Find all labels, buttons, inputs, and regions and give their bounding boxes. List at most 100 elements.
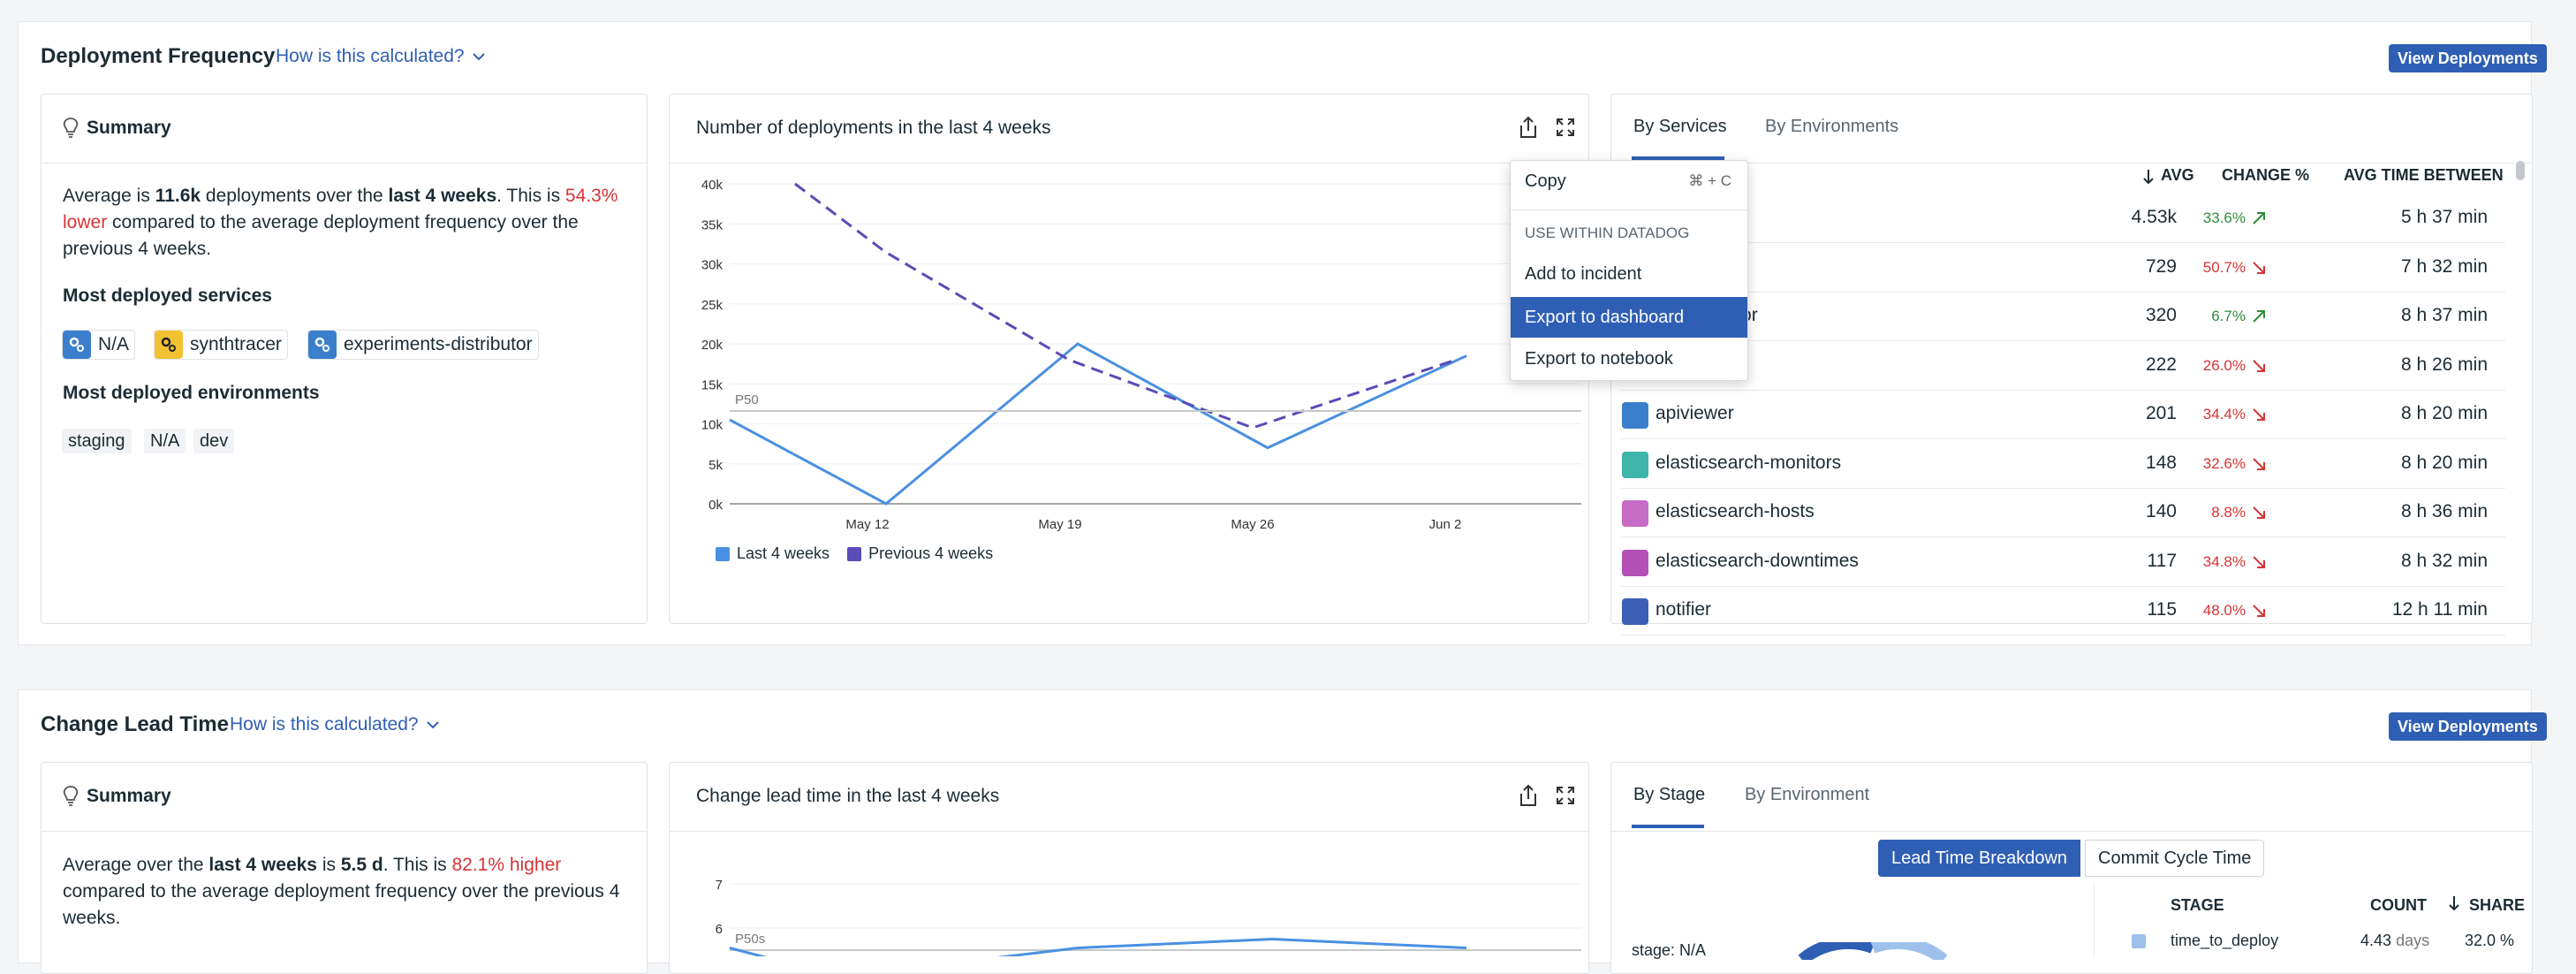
service-name[interactable]: notifier — [1655, 599, 1711, 620]
share-icon[interactable] — [1517, 115, 1540, 140]
sort-arrow-down-icon[interactable] — [2447, 894, 2461, 912]
env-tag-na[interactable]: N/A — [144, 429, 186, 453]
donut-chart — [1798, 942, 1948, 960]
y-tick-label: 35k — [701, 217, 724, 232]
change-value: 6.7% — [2211, 308, 2246, 324]
tab-by-stage[interactable]: By Stage — [1633, 785, 1705, 805]
commit-cycle-time-toggle[interactable]: Commit Cycle Time — [2085, 840, 2265, 877]
service-pill-experiments-distributor[interactable]: experiments-distributor — [307, 330, 539, 360]
tab-by-services[interactable]: By Services — [1633, 117, 1727, 137]
lightbulb-icon — [63, 786, 79, 806]
summary-text-4: compared to the average deployment frequ… — [107, 212, 579, 232]
change-value: 48.0% — [2202, 602, 2246, 619]
tab-by-environments[interactable]: By Environments — [1765, 117, 1898, 137]
arrow-down-right-icon — [2253, 261, 2265, 274]
menu-divider — [1511, 209, 1747, 210]
table-row[interactable]: 729 50.7% 7 h 32 min — [1621, 244, 2505, 293]
tab-by-environment[interactable]: By Environment — [1745, 785, 1869, 805]
change-cell: 8.8% — [2211, 504, 2267, 521]
service-name[interactable]: elasticsearch-hosts — [1655, 501, 1815, 522]
lead-summary-paragraph-2: compared to the average deployment frequ… — [63, 881, 620, 902]
expand-icon[interactable] — [1555, 785, 1576, 806]
stage-count-value: 4.43 — [2360, 932, 2392, 949]
table-row[interactable]: notifier 115 48.0% 12 h 11 min — [1621, 587, 2505, 635]
table-row[interactable]: apiviewer 201 34.4% 8 h 20 min — [1621, 391, 2505, 439]
menu-item-export-to-dashboard[interactable]: Export to dashboard — [1511, 297, 1747, 338]
scrollbar-thumb[interactable] — [2516, 161, 2525, 180]
table-row[interactable]: b-py322226.0%8 h 26 min — [1621, 342, 2505, 391]
service-pill-na[interactable]: N/A — [62, 330, 136, 360]
share-icon[interactable] — [1517, 783, 1540, 808]
summary-heading: Summary — [87, 118, 171, 138]
col-stage[interactable]: STAGE — [2171, 896, 2224, 915]
table-row[interactable]: elasticsearch-hosts 140 8.8% 8 h 36 min — [1621, 489, 2505, 537]
table-row[interactable]: elasticsearch-downtimes 117 34.8% 8 h 32 mi… — [1621, 538, 2505, 587]
how-calculated-link[interactable]: How is this calculated? — [276, 46, 486, 67]
menu-item-copy[interactable]: Copy ⌘ + C — [1511, 161, 1747, 202]
change-value: 50.7% — [2202, 258, 2246, 276]
env-tag-dev[interactable]: dev — [193, 429, 235, 453]
lead-time-line-chart: 567P50s — [716, 878, 1581, 956]
summary-heading: Summary — [87, 786, 171, 806]
change-value: 34.8% — [2202, 552, 2246, 570]
service-icon — [1622, 500, 1648, 527]
menu-section-label: USE WITHIN DATADOG — [1525, 224, 1690, 241]
summary-lower: lower — [63, 212, 108, 232]
share-menu: Copy ⌘ + C USE WITHIN DATADOG Add to inc… — [1510, 160, 1748, 381]
view-deployments-button[interactable]: View Deployments — [2389, 44, 2547, 72]
divider — [42, 163, 647, 164]
y-tick-label: 7 — [716, 878, 723, 893]
y-tick-label: 0k — [708, 498, 723, 513]
stage-name: time_to_deploy — [2171, 932, 2279, 949]
lead-text-3: . This is — [383, 855, 452, 875]
avg-value: 320 — [2145, 305, 2177, 325]
y-tick-label: 15k — [701, 377, 724, 392]
p50-label: P50s — [735, 932, 765, 947]
y-tick-label: 20k — [701, 338, 724, 353]
expand-icon[interactable] — [1555, 117, 1576, 138]
service-pill-label: experiments-distributor — [344, 334, 533, 354]
service-pill-label: synthtracer — [190, 334, 282, 354]
sort-arrow-down-icon[interactable] — [2141, 168, 2156, 186]
change-cell: 50.7% — [2203, 259, 2267, 277]
service-pill-synthtracer[interactable]: synthtracer — [154, 330, 288, 360]
change-value: 34.4% — [2202, 406, 2246, 422]
table-row[interactable]: elasticsearch-monitors 148 32.6% 8 h 20 min — [1621, 440, 2505, 489]
service-name[interactable]: elasticsearch-monitors — [1655, 453, 1841, 474]
menu-item-add-to-incident[interactable]: Add to incident — [1511, 254, 1747, 294]
legend-item-last-4-weeks[interactable]: Last 4 weeks — [716, 544, 830, 563]
arrow-down-right-icon — [2253, 359, 2265, 372]
tab-active-indicator — [1632, 825, 1704, 828]
col-avg[interactable]: AVG — [2161, 166, 2194, 185]
view-deployments-button[interactable]: View Deployments — [2389, 712, 2547, 741]
avg-value: 140 — [2145, 501, 2177, 521]
how-calculated-link[interactable]: How is this calculated? — [230, 714, 440, 735]
table-row[interactable]: s-distributor3206.7%8 h 37 min — [1621, 293, 2505, 341]
env-tag-staging[interactable]: staging — [62, 429, 132, 453]
lead-time-chart-title: Change lead time in the last 4 weeks — [696, 786, 1000, 806]
service-icon — [1622, 549, 1648, 576]
summary-period: last 4 weeks — [388, 186, 497, 206]
avg-time-between-value: 8 h 36 min — [2400, 501, 2488, 521]
y-tick-label: 40k — [701, 178, 724, 193]
col-avg-time-between[interactable]: AVG TIME BETWEEN — [2344, 166, 2504, 185]
lead-time-breakdown-toggle[interactable]: Lead Time Breakdown — [1878, 840, 2081, 877]
menu-item-export-to-notebook[interactable]: Export to notebook — [1511, 339, 1747, 379]
divider — [670, 163, 1588, 164]
x-tick-label: May 12 — [845, 517, 889, 532]
table-row[interactable]: 4.53k 33.6% 5 h 37 min — [1621, 194, 2505, 243]
stage-share: 32.0 % — [2465, 932, 2515, 949]
legend-swatch — [716, 546, 730, 561]
avg-time-between-value: 8 h 37 min — [2400, 305, 2488, 325]
service-name[interactable]: elasticsearch-downtimes — [1655, 551, 1859, 572]
col-share[interactable]: SHARE — [2469, 896, 2525, 915]
gears-icon — [63, 331, 91, 359]
change-lead-time-title: Change Lead Time — [41, 712, 229, 736]
col-change[interactable]: CHANGE % — [2222, 166, 2309, 185]
arrow-down-right-icon — [2253, 605, 2265, 617]
chevron-down-icon — [426, 721, 439, 729]
legend-item-previous-4-weeks[interactable]: Previous 4 weeks — [847, 544, 993, 563]
gears-icon — [155, 331, 183, 359]
service-name[interactable]: apiviewer — [1655, 403, 1734, 424]
col-count[interactable]: COUNT — [2370, 896, 2427, 915]
